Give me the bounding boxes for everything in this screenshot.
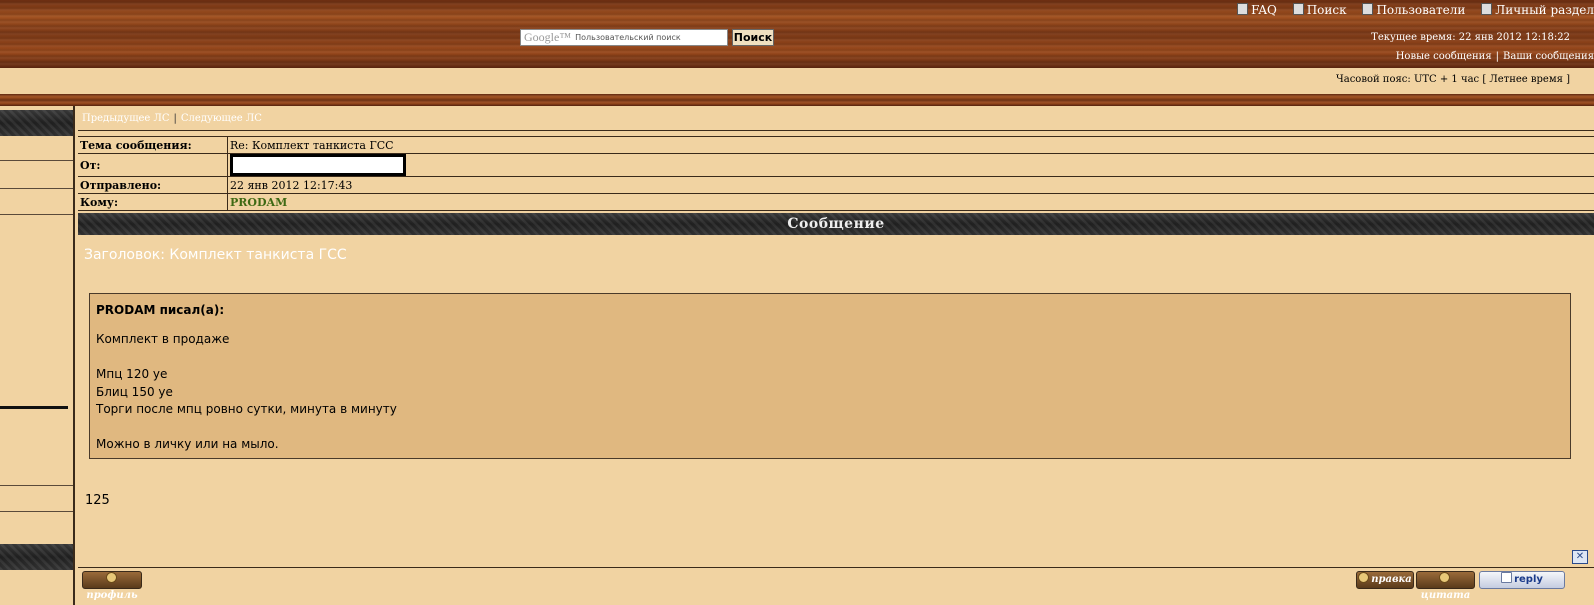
- sent-row: Отправлено: 22 янв 2012 12:17:43: [78, 176, 1594, 194]
- sidebar-header: [0, 110, 73, 136]
- separator: |: [173, 113, 177, 124]
- personal-icon: [1481, 3, 1493, 15]
- pm-view: Предыдущее ЛС | Следующее ЛС Тема сообщени…: [78, 106, 1594, 605]
- subject-label: Тема сообщения:: [78, 136, 228, 154]
- quote-icon: [1439, 572, 1450, 583]
- top-nav: FAQ Поиск Пользователи Личный раздел: [1225, 3, 1594, 17]
- prev-pm-link[interactable]: Предыдущее ЛС: [82, 113, 170, 124]
- sidebar-divider: [0, 406, 68, 409]
- sent-value: 22 янв 2012 12:17:43: [227, 176, 1594, 194]
- subject-value: Re: Комплект танкиста ГСС: [227, 136, 1594, 154]
- recipient-link[interactable]: PRODAM: [230, 196, 287, 209]
- header-links: Новые сообщения | Ваши сообщения: [1396, 51, 1594, 62]
- profile-button[interactable]: профиль: [82, 571, 142, 601]
- bottom-divider: [78, 567, 1594, 568]
- to-label: Кому:: [78, 193, 228, 211]
- nav-personal-link[interactable]: Личный раздел: [1481, 3, 1594, 17]
- current-time: Текущее время: 22 янв 2012 12:18:22: [1371, 32, 1570, 43]
- search-button[interactable]: Поиск: [732, 29, 774, 46]
- search-placeholder: Пользовательский поиск: [575, 33, 681, 42]
- profile-icon: [105, 572, 117, 583]
- pm-navigation: Предыдущее ЛС | Следующее ЛС: [78, 106, 1594, 131]
- nav-faq-link[interactable]: FAQ: [1237, 3, 1277, 17]
- sidebar-divider: [0, 188, 73, 189]
- next-pm-link[interactable]: Следующее ЛС: [181, 113, 262, 124]
- your-posts-link[interactable]: Ваши сообщения: [1503, 51, 1594, 62]
- nav-search-link[interactable]: Поиск: [1292, 3, 1347, 17]
- sidebar-divider: [0, 160, 73, 161]
- left-sidebar: [0, 106, 75, 605]
- sidebar-divider: [0, 214, 73, 215]
- quote-block: PRODAM писал(а): Комплект в продаже Мпц …: [89, 293, 1571, 459]
- sidebar-footer: [0, 544, 73, 570]
- members-icon: [1362, 3, 1374, 15]
- message-body: Заголовок: Комплект танкиста ГСС PRODAM …: [78, 237, 1594, 567]
- sidebar-divider: [0, 511, 73, 512]
- faq-icon: [1237, 3, 1249, 15]
- site-header: FAQ Поиск Пользователи Личный раздел Goo…: [0, 0, 1594, 68]
- pm-header-table: Тема сообщения: Re: Комплект танкиста ГС…: [78, 136, 1594, 211]
- from-value: [227, 153, 1594, 177]
- search-icon: [1292, 3, 1304, 15]
- edit-icon: [1358, 572, 1370, 583]
- from-label: От:: [78, 153, 228, 177]
- quote-text: Комплект в продаже Мпц 120 уе Блиц 150 у…: [96, 332, 397, 451]
- from-row: От:: [78, 153, 1594, 177]
- google-logo: Google™: [524, 30, 572, 44]
- separator: |: [1495, 51, 1500, 62]
- nav-members-link[interactable]: Пользователи: [1362, 3, 1465, 17]
- sidebar-divider: [0, 485, 73, 486]
- google-search: Google™ Пользовательский поиск Поиск: [520, 29, 774, 46]
- close-icon[interactable]: ✕: [1572, 550, 1588, 564]
- subject-row: Тема сообщения: Re: Комплект танкиста ГС…: [78, 136, 1594, 154]
- timezone-text: Часовой пояс: UTC + 1 час [ Летнее время…: [1336, 74, 1570, 85]
- timezone-row: Часовой пояс: UTC + 1 час [ Летнее время…: [0, 68, 1594, 94]
- to-row: Кому: PRODAM: [78, 193, 1594, 211]
- sent-label: Отправлено:: [78, 176, 228, 194]
- reply-button[interactable]: reply: [1479, 571, 1565, 589]
- reply-text: 125: [85, 493, 110, 508]
- wood-divider: [0, 94, 1594, 106]
- quote-button[interactable]: цитата: [1416, 571, 1475, 601]
- reply-icon: [1501, 572, 1513, 583]
- quote-author: PRODAM писал(а):: [96, 303, 225, 317]
- message-subject: Заголовок: Комплект танкиста ГСС: [84, 247, 347, 263]
- new-posts-link[interactable]: Новые сообщения: [1396, 51, 1492, 62]
- message-title-bar: Сообщение: [78, 213, 1594, 235]
- to-value-cell: PRODAM: [227, 193, 1594, 211]
- edit-button[interactable]: правка: [1356, 571, 1414, 589]
- search-input[interactable]: Google™ Пользовательский поиск: [520, 29, 728, 46]
- redacted-sender: [230, 154, 406, 176]
